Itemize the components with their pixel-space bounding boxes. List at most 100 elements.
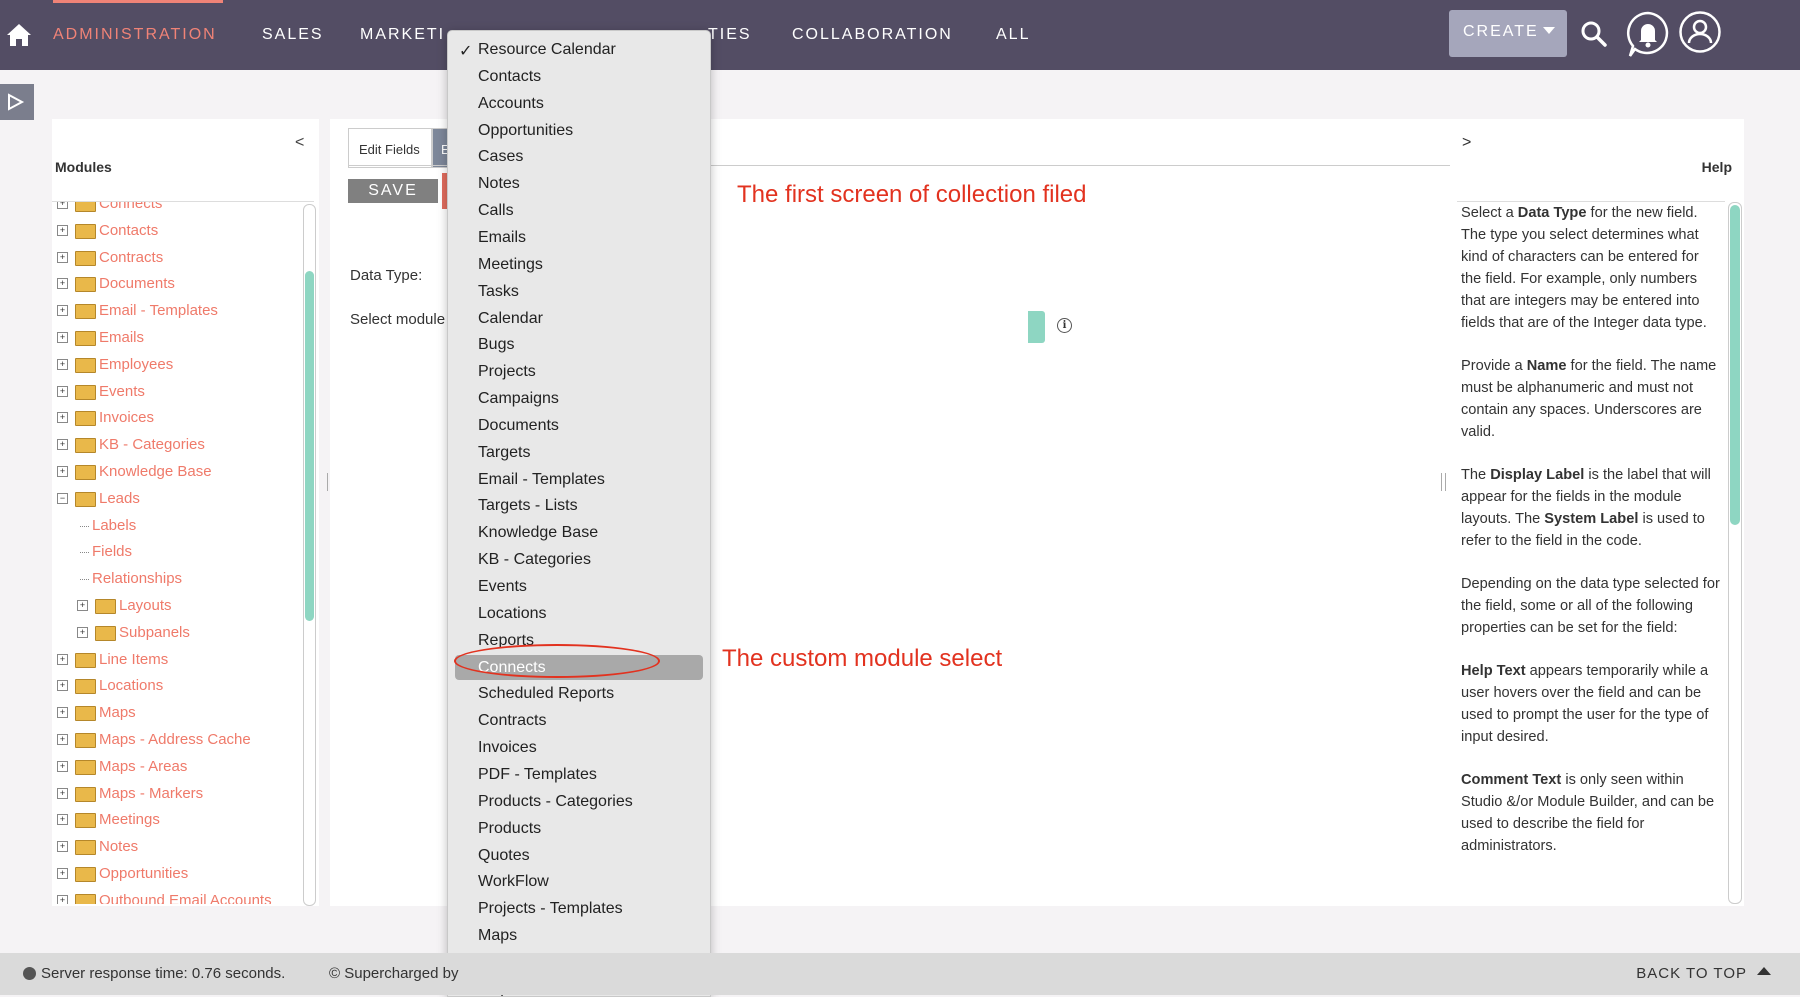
modules-scrollbar[interactable]	[303, 204, 316, 906]
dropdown-option[interactable]: Notes	[448, 171, 710, 197]
folder-icon	[95, 599, 116, 614]
expand-icon[interactable]: +	[57, 439, 68, 451]
create-label: CREATE	[1463, 23, 1539, 40]
folder-icon	[75, 759, 96, 775]
dropdown-option[interactable]: Cases	[448, 144, 710, 170]
right-resize-handle[interactable]	[1441, 473, 1446, 491]
nav-collaboration[interactable]: COLLABORATION	[792, 26, 953, 44]
nav-sales[interactable]: SALES	[262, 26, 324, 44]
search-icon[interactable]	[1580, 20, 1608, 48]
tree-item-label: Locations	[99, 677, 164, 695]
tree-item-label: Line Items	[99, 650, 169, 668]
dropdown-option-label: Resource Calendar	[478, 41, 616, 58]
nav-administration[interactable]: ADMINISTRATION	[53, 26, 217, 44]
dropdown-option[interactable]: Projects	[448, 359, 710, 385]
dropdown-option[interactable]: ✓ Resource Calendar	[448, 37, 710, 63]
expand-icon[interactable]: +	[57, 251, 68, 263]
save-button[interactable]: SAVE	[348, 179, 438, 203]
expand-icon[interactable]: +	[57, 814, 68, 826]
dropdown-option[interactable]: Contacts	[448, 64, 710, 90]
dropdown-option[interactable]: Meetings	[448, 252, 710, 278]
expand-icon[interactable]: +	[57, 412, 68, 424]
expand-icon[interactable]: +	[57, 202, 68, 209]
expand-icon[interactable]: +	[57, 734, 68, 745]
back-to-top-link[interactable]: BACK TO TOP	[1636, 965, 1747, 982]
dropdown-option[interactable]: Calls	[448, 198, 710, 224]
dropdown-option[interactable]: Opportunities	[448, 118, 710, 144]
dropdown-option[interactable]: Quotes	[448, 843, 710, 869]
expand-icon[interactable]: +	[77, 626, 88, 638]
dropdown-option[interactable]: Bugs	[448, 332, 710, 358]
expand-panel-button[interactable]: >	[1462, 134, 1471, 152]
expand-icon[interactable]: +	[57, 841, 68, 853]
nav-marketing[interactable]: MARKETI	[360, 26, 445, 44]
nav-all[interactable]: ALL	[996, 26, 1030, 44]
dropdown-option[interactable]: Accounts	[448, 91, 710, 117]
create-button[interactable]: CREATE	[1449, 10, 1567, 57]
collapse-icon[interactable]: −	[57, 492, 68, 504]
dropdown-option[interactable]: Products - Categories	[448, 789, 710, 815]
sidebar-toggle-button[interactable]	[0, 84, 34, 120]
dropdown-option[interactable]: Targets - Lists	[448, 493, 710, 519]
expand-icon[interactable]: +	[57, 305, 68, 317]
dropdown-option[interactable]: Invoices	[448, 735, 710, 761]
dropdown-option[interactable]: Documents	[448, 413, 710, 439]
dropdown-option-label: Cases	[478, 148, 524, 166]
dropdown-option[interactable]: Calendar	[448, 306, 710, 332]
home-icon[interactable]	[6, 22, 32, 48]
dropdown-option[interactable]: Tasks	[448, 279, 710, 305]
expand-icon[interactable]: +	[57, 224, 68, 236]
expand-icon[interactable]: +	[77, 600, 88, 611]
dropdown-option[interactable]: Email - Templates	[448, 467, 710, 493]
expand-icon[interactable]: +	[57, 680, 68, 692]
nav-activities[interactable]: TIES	[708, 26, 752, 44]
expand-icon[interactable]: +	[57, 466, 68, 477]
tree-item-label: Opportunities	[99, 865, 189, 882]
chevron-down-icon	[1543, 27, 1555, 34]
chevron-up-icon[interactable]	[1757, 967, 1771, 975]
dropdown-option[interactable]: PDF - Templates	[448, 762, 710, 788]
dropdown-option[interactable]: KB - Categories	[448, 547, 710, 573]
info-icon[interactable]: i	[1057, 318, 1072, 333]
checkmark-icon: ✓	[459, 43, 473, 60]
dropdown-option[interactable]: Knowledge Base	[448, 520, 710, 546]
powered-by-text: © Supercharged by	[329, 965, 459, 982]
module-select-toggle[interactable]	[1028, 311, 1045, 343]
expand-icon[interactable]: +	[57, 787, 68, 799]
dropdown-option[interactable]: Scheduled Reports	[448, 681, 710, 707]
folder-icon	[75, 331, 96, 346]
dropdown-option[interactable]: Products	[448, 816, 710, 842]
dropdown-option[interactable]: Targets	[448, 440, 710, 466]
tree-item-label: Relationships	[92, 570, 183, 588]
dropdown-option[interactable]: Emails	[448, 225, 710, 251]
expand-icon[interactable]: +	[57, 385, 68, 397]
dropdown-option-label: Knowledge Base	[478, 524, 599, 542]
scrollbar-thumb[interactable]	[305, 271, 314, 621]
collapse-panel-button[interactable]: <	[295, 134, 304, 152]
scrollbar-thumb[interactable]	[1730, 205, 1740, 525]
tree-item-label: Employees	[99, 355, 174, 373]
module-select-dropdown[interactable]: ✓ Resource Calendar Contacts Accounts Opport…	[447, 30, 711, 997]
expand-icon[interactable]: +	[57, 760, 68, 772]
dropdown-option[interactable]: Events	[448, 574, 710, 600]
expand-icon[interactable]: +	[57, 278, 68, 290]
tree-connector	[80, 525, 89, 528]
dropdown-option[interactable]: Contracts	[448, 708, 710, 734]
dropdown-option[interactable]: Locations	[448, 601, 710, 627]
annotation-highlight-ellipse	[454, 644, 660, 678]
expand-icon[interactable]: +	[57, 868, 68, 879]
expand-icon[interactable]: +	[57, 332, 68, 343]
dropdown-option[interactable]: Projects - Templates	[448, 896, 710, 922]
dropdown-option-label: Email - Templates	[478, 470, 605, 488]
dropdown-option[interactable]: WorkFlow	[448, 869, 710, 895]
expand-icon[interactable]: +	[57, 358, 68, 370]
dropdown-option[interactable]: Maps	[448, 923, 710, 949]
expand-icon[interactable]: +	[57, 707, 68, 719]
user-profile-icon[interactable]	[1678, 10, 1722, 54]
expand-icon[interactable]: +	[57, 653, 68, 665]
dropdown-option[interactable]: Campaigns	[448, 386, 710, 412]
notification-bell-icon[interactable]	[1625, 10, 1671, 58]
help-scrollbar[interactable]	[1728, 202, 1742, 904]
expand-icon[interactable]: +	[57, 894, 68, 904]
tab-edit-fields[interactable]: Edit Fields	[348, 128, 432, 168]
